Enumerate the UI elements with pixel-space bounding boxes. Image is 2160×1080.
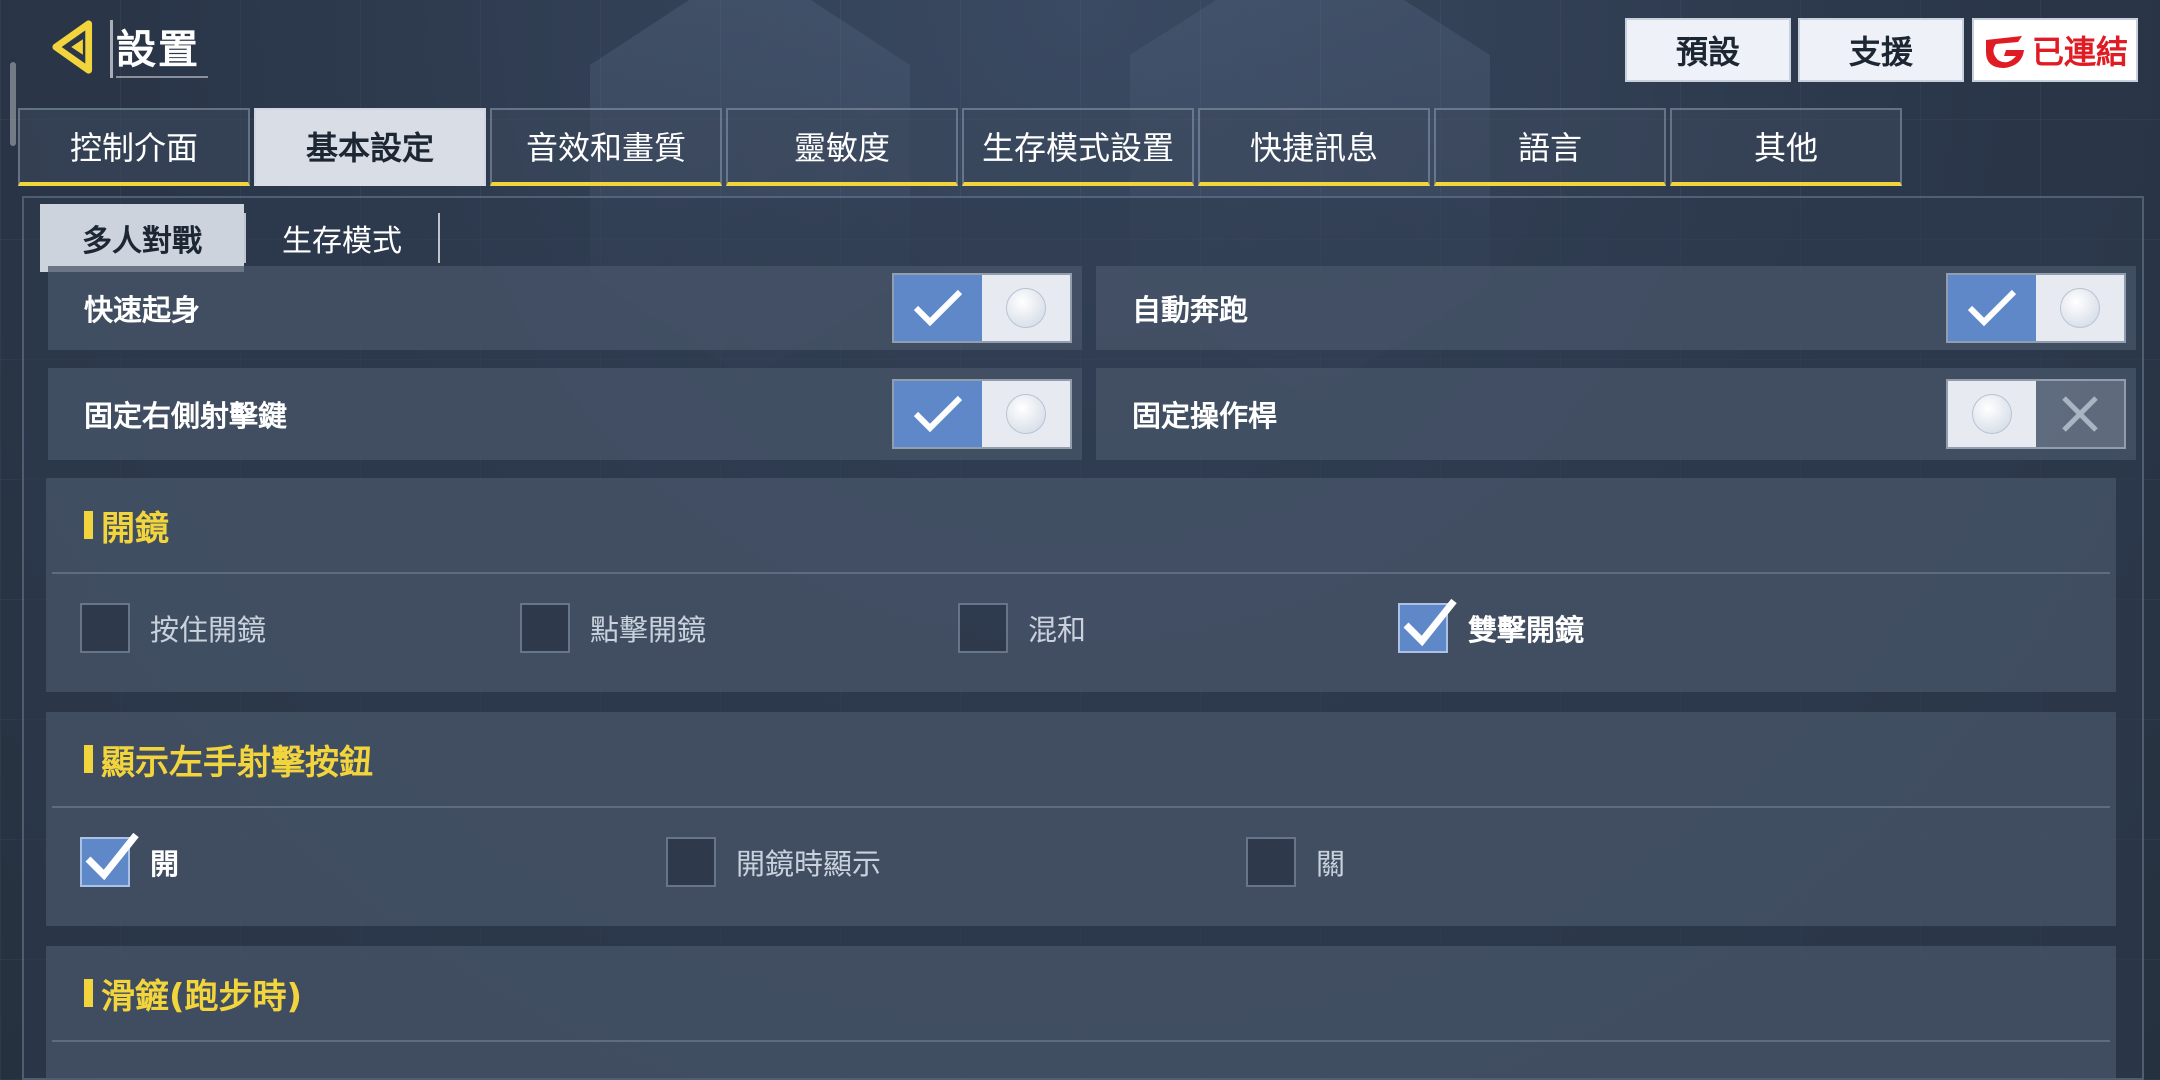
toggle-knob [1006, 394, 1046, 434]
scope-options: 按住開鏡 點擊開鏡 混和 雙擊開鏡 [46, 574, 2116, 686]
checkbox[interactable] [520, 603, 570, 653]
setting-row-quick-getup: 快速起身 [48, 266, 1082, 350]
section-title: 顯示左手射擊按鈕 [101, 742, 373, 783]
checkbox[interactable] [958, 603, 1008, 653]
option-label: 按住開鏡 [150, 613, 267, 647]
support-button[interactable]: 支援 [1798, 18, 1964, 82]
section-header: 滑鏟(跑步時) [52, 946, 2110, 1042]
tab-sensitivity[interactable]: 靈敏度 [726, 108, 958, 186]
subtab-survival[interactable]: 生存模式 [246, 204, 438, 272]
check-icon [1967, 289, 2017, 327]
option-tap-scope[interactable]: 點擊開鏡 [520, 602, 706, 654]
option-left-fire-on[interactable]: 開 [80, 832, 180, 888]
tab-quick-messages[interactable]: 快捷訊息 [1198, 108, 1430, 186]
option-label: 混和 [1028, 613, 1087, 647]
section-title: 滑鏟(跑步時) [101, 976, 303, 1017]
checkbox[interactable] [80, 603, 130, 653]
section-marker [84, 745, 93, 773]
section-marker [84, 979, 93, 1007]
tab-language[interactable]: 語言 [1434, 108, 1666, 186]
option-double-tap-scope[interactable]: 雙擊開鏡 [1398, 598, 1585, 654]
setting-label: 自動奔跑 [1132, 293, 1249, 327]
section-header: 顯示左手射擊按鈕 [52, 712, 2110, 808]
main-tabs: 控制介面 基本設定 音效和畫質 靈敏度 生存模式設置 快捷訊息 語言 其他 [18, 108, 1902, 186]
setting-row-fixed-joystick: 固定操作桿 [1096, 368, 2136, 460]
option-label: 開鏡時顯示 [736, 847, 882, 881]
subtab-multiplayer[interactable]: 多人對戰 [40, 204, 244, 272]
checkbox[interactable] [666, 837, 716, 887]
option-hybrid-scope[interactable]: 混和 [958, 602, 1086, 654]
setting-label: 固定右側射擊鍵 [84, 399, 288, 433]
section-title: 開鏡 [101, 508, 169, 549]
default-button[interactable]: 預設 [1625, 18, 1791, 82]
checkbox[interactable] [1246, 837, 1296, 887]
title-divider [110, 20, 113, 78]
tab-other[interactable]: 其他 [1670, 108, 1902, 186]
check-icon [85, 832, 139, 881]
setting-row-auto-sprint: 自動奔跑 [1096, 266, 2136, 350]
connected-label: 已連結 [2031, 33, 2128, 71]
option-left-fire-when-scoped[interactable]: 開鏡時顯示 [666, 836, 881, 888]
checkbox[interactable] [80, 832, 139, 887]
page-title: 設置 [116, 22, 208, 78]
option-label: 關 [1316, 847, 1346, 881]
checkbox[interactable] [1398, 598, 1457, 653]
back-button[interactable] [48, 16, 110, 78]
toggle-knob [1006, 288, 1046, 328]
option-label: 雙擊開鏡 [1468, 613, 1585, 647]
tab-survival-settings[interactable]: 生存模式設置 [962, 108, 1194, 186]
left-fire-options: 開 開鏡時顯示 關 [46, 808, 2116, 920]
settings-panel: 多人對戰 生存模式 快速起身 自動奔跑 固定右側射擊鍵 固定操作桿 開鏡 按住開… [22, 196, 2144, 1080]
toggle-knob [2060, 288, 2100, 328]
sub-tabs: 多人對戰 生存模式 [40, 204, 440, 272]
setting-label: 快速起身 [84, 293, 201, 327]
section-slide: 滑鏟(跑步時) [46, 946, 2116, 1078]
header: 設置 預設 支援 已連結 [0, 0, 2160, 100]
fixed-right-fire-toggle[interactable] [892, 379, 1072, 449]
check-icon [913, 289, 963, 327]
toggle-knob [1972, 394, 2012, 434]
tab-basic-settings[interactable]: 基本設定 [254, 108, 486, 186]
check-icon [913, 395, 963, 433]
option-label: 開 [150, 847, 180, 881]
connected-button[interactable]: 已連結 [1972, 18, 2138, 82]
setting-label: 固定操作桿 [1132, 399, 1278, 433]
option-label: 點擊開鏡 [590, 613, 707, 647]
back-arrow-icon [52, 20, 93, 74]
cross-icon [2062, 396, 2098, 432]
tab-audio-graphics[interactable]: 音效和畫質 [490, 108, 722, 186]
section-marker [84, 511, 93, 539]
section-header: 開鏡 [52, 478, 2110, 574]
garena-logo-icon [1985, 36, 2024, 68]
quick-getup-toggle[interactable] [892, 273, 1072, 343]
subtab-divider [438, 213, 440, 263]
fixed-joystick-toggle[interactable] [1946, 379, 2126, 449]
section-left-fire-button: 顯示左手射擊按鈕 開 開鏡時顯示 關 [46, 712, 2116, 926]
auto-sprint-toggle[interactable] [1946, 273, 2126, 343]
setting-row-fixed-right-fire: 固定右側射擊鍵 [48, 368, 1082, 460]
option-hold-scope[interactable]: 按住開鏡 [80, 602, 266, 654]
check-icon [1403, 598, 1457, 647]
section-scope: 開鏡 按住開鏡 點擊開鏡 混和 雙擊開鏡 [46, 478, 2116, 692]
option-left-fire-off[interactable]: 關 [1246, 836, 1345, 888]
tab-control-interface[interactable]: 控制介面 [18, 108, 250, 186]
